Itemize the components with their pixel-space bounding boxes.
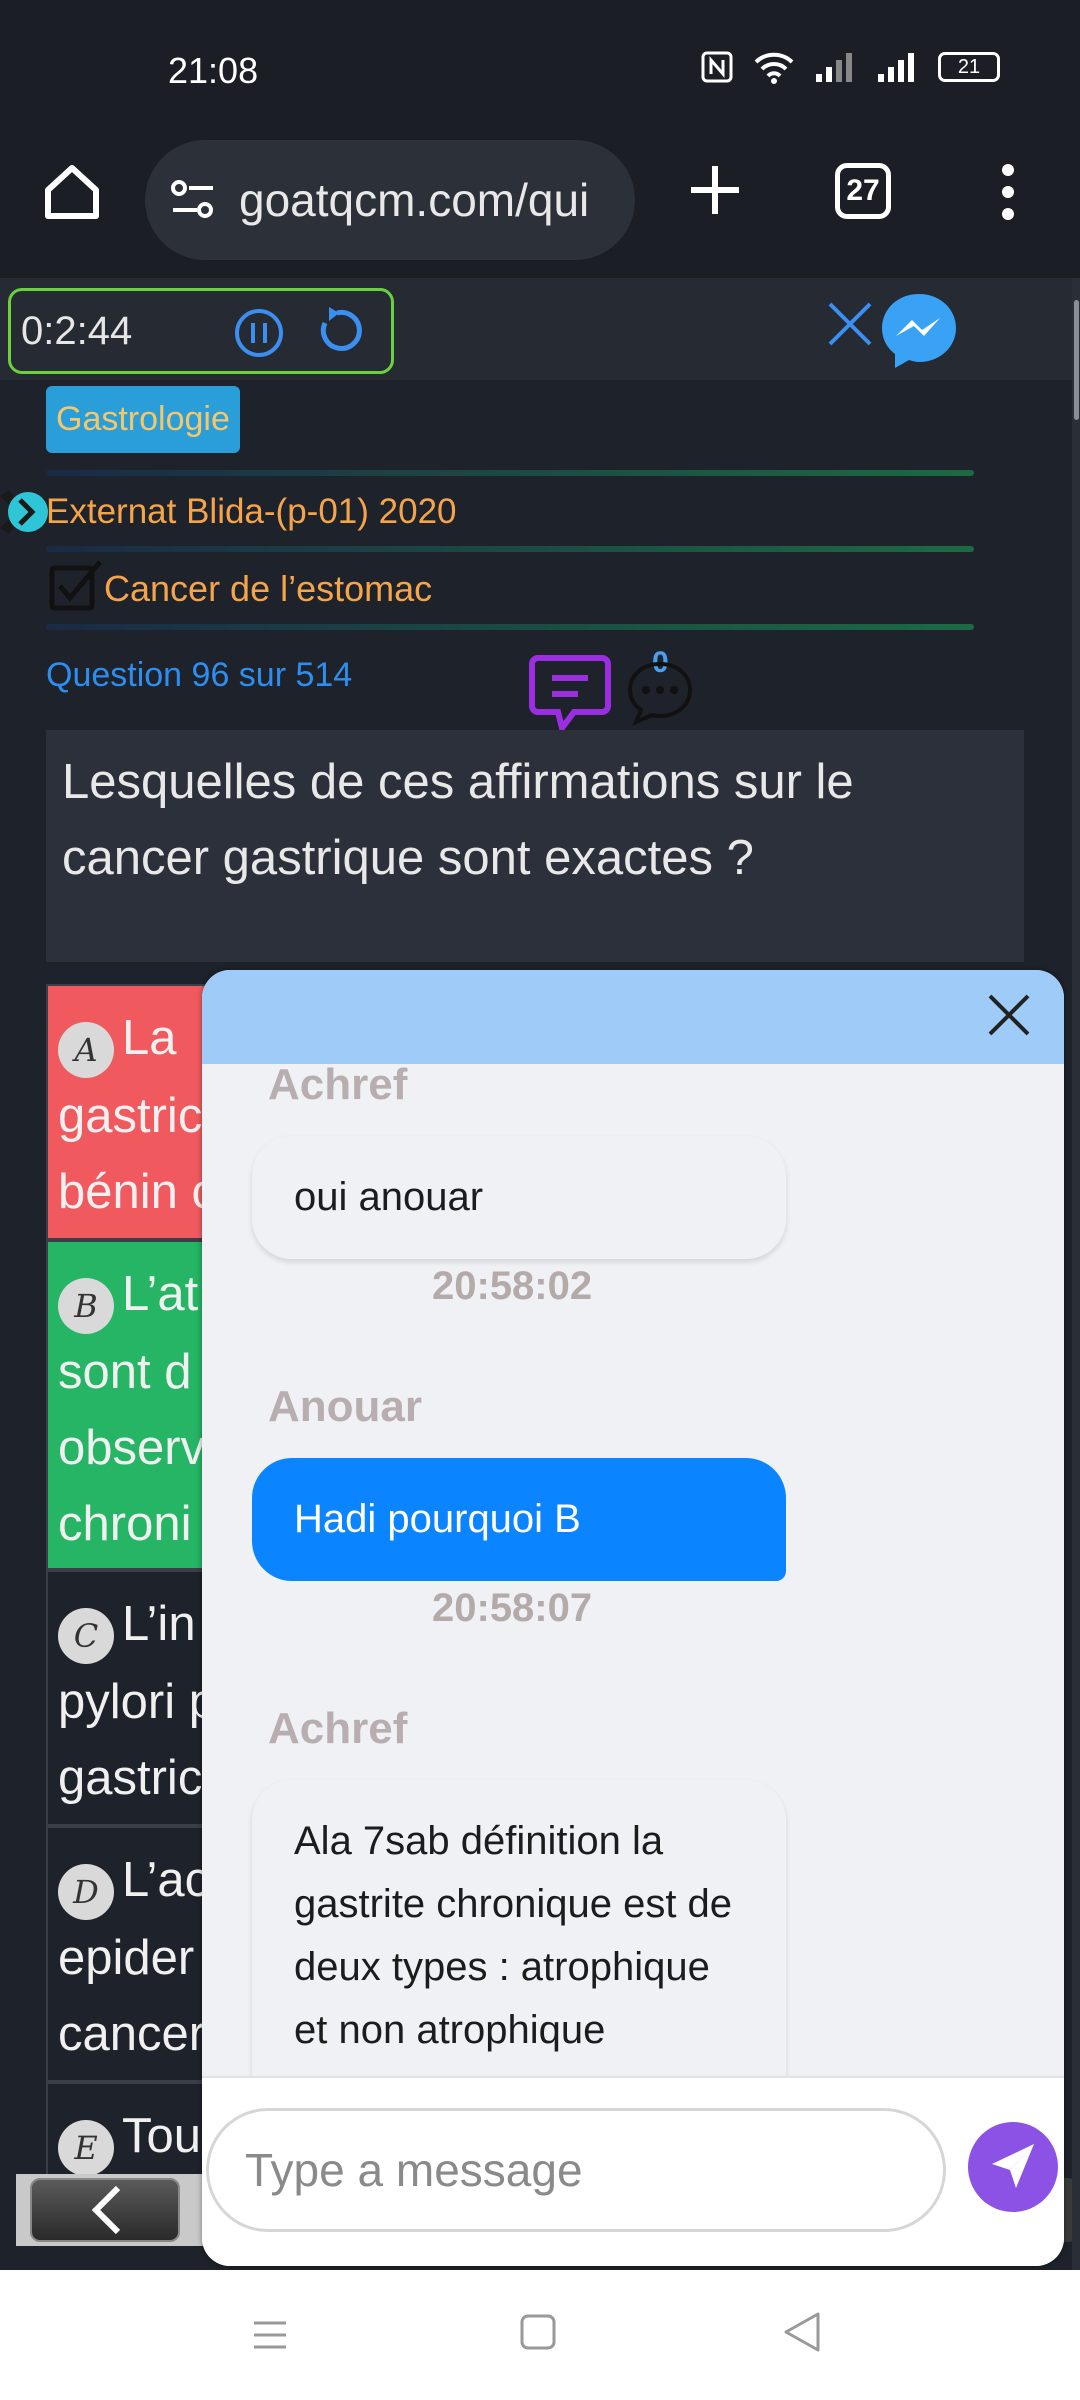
- answer-letter: C: [58, 1607, 114, 1664]
- comments-icon[interactable]: [626, 658, 694, 726]
- checkbox-icon[interactable]: [48, 558, 104, 614]
- send-icon: [992, 2144, 1034, 2188]
- answer-text-line: pylori p: [58, 1674, 216, 1729]
- close-icon[interactable]: [826, 300, 874, 348]
- site-settings-icon[interactable]: [169, 178, 217, 222]
- reset-icon[interactable]: [311, 305, 363, 357]
- timer-box: 0:2:44: [8, 288, 394, 374]
- chat-messages: Achref oui anouar 20:58:02 Anouar Hadi p…: [202, 1064, 1064, 2176]
- exam-source[interactable]: Externat Blida-(p-01) 2020: [46, 492, 457, 532]
- answer-letter: D: [58, 1863, 114, 1920]
- answer-text-line: cancer: [58, 2006, 206, 2061]
- tab-count: 27: [846, 174, 880, 207]
- url-text: goatqcm.com/qui: [239, 174, 590, 226]
- timer-display: 0:2:44: [21, 309, 133, 353]
- message-sender: Achref: [268, 1704, 408, 1753]
- previous-question-button[interactable]: [30, 2178, 180, 2242]
- topic-title[interactable]: Cancer de l’estomac: [104, 568, 432, 610]
- nfc-icon: [701, 51, 733, 83]
- recent-apps-icon[interactable]: [250, 2315, 290, 2355]
- home-nav-icon[interactable]: [518, 2312, 558, 2352]
- browser-toolbar: goatqcm.com/qui 27: [0, 130, 1080, 278]
- new-tab-icon[interactable]: [685, 160, 745, 220]
- message-bubble-own: Hadi pourquoi B: [252, 1458, 786, 1581]
- chat-composer: [202, 2076, 1064, 2266]
- message-timestamp: 20:58:07: [432, 1586, 593, 1630]
- chat-popup: Achref oui anouar 20:58:02 Anouar Hadi p…: [202, 970, 1064, 2266]
- answer-text-line: epider: [58, 1930, 195, 1985]
- answer-text-line: bénin c: [58, 1164, 217, 1219]
- address-bar[interactable]: goatqcm.com/qui: [145, 140, 635, 260]
- message-bubble: oui anouar: [252, 1136, 786, 1259]
- scrollbar-track: [1072, 278, 1080, 2270]
- battery-level: 21: [957, 56, 981, 78]
- answer-text: La: [122, 1011, 177, 1065]
- pause-icon[interactable]: [233, 307, 285, 359]
- message-sender: Anouar: [268, 1382, 422, 1431]
- battery-icon: 21: [938, 52, 1000, 82]
- divider: [46, 470, 974, 476]
- messenger-icon[interactable]: [878, 290, 960, 372]
- tab-switcher-button[interactable]: 27: [835, 163, 891, 219]
- answer-text-line: sont d: [58, 1344, 192, 1399]
- home-icon[interactable]: [40, 160, 104, 224]
- answer-text: L’in: [122, 1597, 196, 1651]
- message-input[interactable]: [206, 2108, 946, 2232]
- answer-letter: E: [58, 2119, 114, 2176]
- answer-text-line: gastric: [58, 1750, 203, 1805]
- signal-icon-2: [878, 53, 914, 82]
- more-options-icon[interactable]: [990, 160, 1026, 224]
- scrollbar-thumb[interactable]: [1074, 300, 1079, 420]
- divider: [46, 624, 974, 630]
- clock: 21:08: [168, 50, 259, 91]
- status-bar: 21:08 21: [0, 0, 1080, 130]
- question-text: Lesquelles de ces affirmations sur le ca…: [62, 755, 854, 885]
- chat-header: [202, 970, 1064, 1064]
- answer-text: Tou: [122, 2109, 202, 2163]
- answer-text: L’at: [122, 1267, 199, 1321]
- chat-bubble-icon[interactable]: [528, 650, 612, 734]
- back-icon[interactable]: [780, 2310, 824, 2354]
- expand-arrow-icon[interactable]: [0, 484, 52, 540]
- close-icon[interactable]: [984, 990, 1034, 1040]
- divider: [46, 546, 974, 552]
- send-button[interactable]: [968, 2122, 1058, 2212]
- answer-letter: B: [58, 1277, 114, 1334]
- answer-text-line: chroni: [58, 1496, 192, 1551]
- message-sender: Achref: [268, 1064, 408, 1109]
- wifi-icon: [754, 52, 794, 84]
- answer-letter: A: [58, 1021, 114, 1078]
- message-timestamp: 20:58:02: [432, 1264, 593, 1308]
- answer-text: L’ac: [122, 1853, 210, 1907]
- question-counter: Question 96 sur 514: [46, 656, 353, 694]
- signal-icon-1: [816, 53, 852, 82]
- subject-tag[interactable]: Gastrologie: [46, 386, 240, 453]
- android-nav-bar: [0, 2270, 1080, 2400]
- answer-text-line: gastric: [58, 1088, 203, 1143]
- timer-row: 0:2:44: [0, 278, 1072, 380]
- answer-text-line: observ: [58, 1420, 206, 1475]
- status-icons: 21: [700, 50, 1000, 84]
- question-box: Lesquelles de ces affirmations sur le ca…: [46, 730, 1024, 962]
- chevron-left-icon: [91, 2185, 121, 2235]
